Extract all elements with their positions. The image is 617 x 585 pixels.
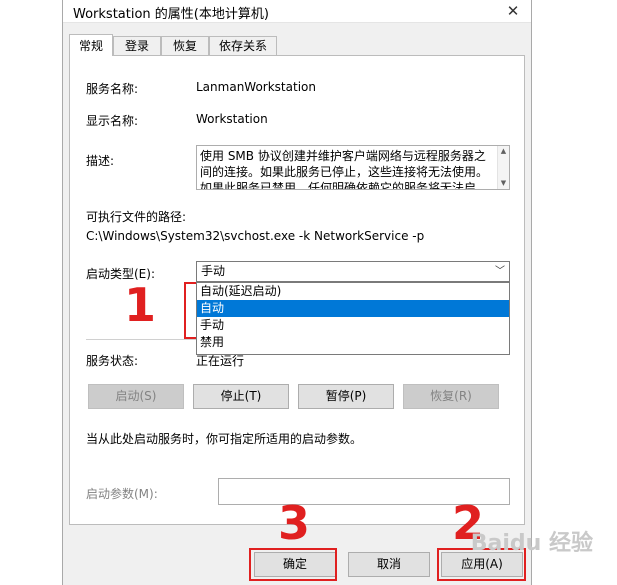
description-scrollbar[interactable]: ▲ ▼ [497,146,509,189]
display-name-label: 显示名称: [86,114,139,128]
window-title: Workstation 的属性(本地计算机) [73,7,269,22]
display-name-value: Workstation [196,112,268,126]
tab-general[interactable]: 常规 [69,34,113,56]
path-value: C:\Windows\System32\svchost.exe -k Netwo… [86,229,425,243]
option-disabled[interactable]: 禁用 [197,334,509,351]
description-label: 描述: [86,154,115,168]
service-status-label: 服务状态: [86,354,139,368]
title-bar: Workstation 的属性(本地计算机) ✕ [63,0,531,23]
tab-dependencies[interactable]: 依存关系 [209,36,277,55]
description-box[interactable]: 使用 SMB 协议创建并维护客户端网络与远程服务器之间的连接。如果此服务已停止，… [196,145,510,190]
baidu-watermark: Baidu 经验 [470,531,593,556]
option-auto[interactable]: 自动 [197,300,509,317]
description-text: 使用 SMB 协议创建并维护客户端网络与远程服务器之间的连接。如果此服务已停止，… [200,149,489,190]
startup-type-dropdown: 自动(延迟启动) 自动 手动 禁用 [196,282,510,355]
close-icon[interactable]: ✕ [501,1,525,21]
path-label: 可执行文件的路径: [86,210,187,224]
stop-button[interactable]: 停止(T) [193,384,289,409]
option-manual[interactable]: 手动 [197,317,509,334]
ok-highlight-box [249,548,337,581]
tab-recovery[interactable]: 恢复 [161,36,209,55]
annotation-number-1: 1 [124,278,157,332]
pause-button[interactable]: 暂停(P) [298,384,394,409]
chevron-down-icon: ﹀ [495,266,505,277]
start-button[interactable]: 启动(S) [88,384,184,409]
resume-button[interactable]: 恢复(R) [403,384,499,409]
startup-type-value: 手动 [201,264,226,278]
scroll-up-icon[interactable]: ▲ [499,147,508,156]
service-name-label: 服务名称: [86,82,139,96]
option-auto-delayed[interactable]: 自动(延迟启动) [197,283,509,300]
tab-logon[interactable]: 登录 [113,36,161,55]
scroll-down-icon[interactable]: ▼ [499,179,508,188]
service-name-value: LanmanWorkstation [196,80,316,94]
startup-params-label: 启动参数(M): [86,487,158,501]
startup-params-hint: 当从此处启动服务时，你可指定所适用的启动参数。 [86,432,363,446]
startup-type-select[interactable]: 手动 ﹀ [196,261,510,282]
annotation-number-3: 3 [278,496,311,550]
cancel-button[interactable]: 取消 [348,552,430,577]
